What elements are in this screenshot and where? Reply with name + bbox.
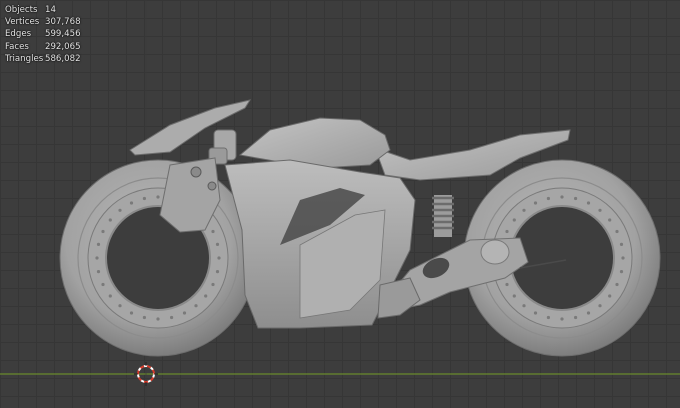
rim-bolt xyxy=(170,315,174,320)
rim-bolt xyxy=(619,270,624,274)
rim-bolt xyxy=(522,208,526,212)
stat-row-faces: Faces 292,065 xyxy=(5,41,81,53)
rim-bolt xyxy=(619,242,624,246)
rim-bolt xyxy=(129,201,134,205)
rim-bolt xyxy=(182,311,187,315)
scene-statistics-overlay: Objects 14 Vertices 307,768 Edges 599,45… xyxy=(5,4,81,65)
rim-bolt xyxy=(96,270,101,274)
rim-bolt xyxy=(204,294,208,298)
rim-bolt xyxy=(574,196,578,201)
fuel-tank[interactable] xyxy=(238,117,391,169)
rim-bolt xyxy=(96,242,101,246)
rim-bolt xyxy=(598,208,602,212)
scene[interactable] xyxy=(0,0,680,408)
rim-bolt xyxy=(142,196,146,201)
stat-label: Vertices xyxy=(5,17,40,28)
stat-value: 307,768 xyxy=(45,17,81,28)
rim-bolt xyxy=(621,256,625,260)
rim-bolt xyxy=(101,282,105,287)
rim-bolt xyxy=(108,294,112,298)
rim-bolt xyxy=(505,282,509,287)
stat-value: 586,082 xyxy=(45,53,81,64)
rim-bolt xyxy=(211,229,215,234)
rim-bolt xyxy=(522,304,526,308)
rim-bolt xyxy=(533,201,538,205)
rim-bolt xyxy=(615,282,619,287)
rim-bolt xyxy=(194,304,198,308)
rim-bolt xyxy=(156,317,160,321)
rim-bolt xyxy=(217,256,221,260)
rim-bolt xyxy=(211,282,215,287)
rim-bolt xyxy=(560,317,564,321)
rim-bolt xyxy=(586,201,591,205)
stat-label: Objects xyxy=(5,5,38,15)
rim-bolt xyxy=(129,311,134,315)
front-wheel[interactable] xyxy=(59,159,257,357)
rim-bolt xyxy=(533,311,538,315)
rim-bolt xyxy=(156,195,160,199)
stat-value: 292,065 xyxy=(45,41,81,52)
rim-bolt xyxy=(108,218,112,222)
rear-shock[interactable] xyxy=(432,195,454,237)
3d-viewport[interactable]: Objects 14 Vertices 307,768 Edges 599,45… xyxy=(0,0,680,408)
rim-bolt xyxy=(118,304,122,308)
rim-bolt xyxy=(512,294,516,298)
stat-row-triangles: Triangles 586,082 xyxy=(5,53,81,65)
stat-label: Edges xyxy=(5,29,32,40)
rim-bolt xyxy=(608,218,612,222)
rim-bolt xyxy=(546,315,551,320)
stat-row-objects: Objects 14 xyxy=(5,4,81,16)
rim-bolt xyxy=(615,229,619,234)
stat-row-edges: Edges 599,456 xyxy=(5,28,81,40)
rim-bolt xyxy=(142,315,146,320)
rim-bolt xyxy=(95,256,99,260)
stat-row-vertices: Vertices 307,768 xyxy=(5,16,81,28)
rim-bolt xyxy=(512,218,516,222)
rim-bolt xyxy=(598,304,602,308)
rim-bolt xyxy=(505,229,509,234)
rim-bolt xyxy=(574,315,578,320)
rim-bolt xyxy=(215,270,220,274)
stat-label: Faces xyxy=(5,41,29,52)
stat-label: Triangles xyxy=(5,53,44,64)
rim-bolt xyxy=(118,208,122,212)
rim-bolt xyxy=(608,294,612,298)
stat-value: 599,456 xyxy=(45,29,81,40)
rim-bolt xyxy=(101,229,105,234)
rim-bolt xyxy=(546,196,551,201)
stat-value: 14 xyxy=(45,5,56,15)
rim-bolt xyxy=(215,242,220,246)
rim-bolt xyxy=(560,195,564,199)
rim-bolt xyxy=(586,311,591,315)
